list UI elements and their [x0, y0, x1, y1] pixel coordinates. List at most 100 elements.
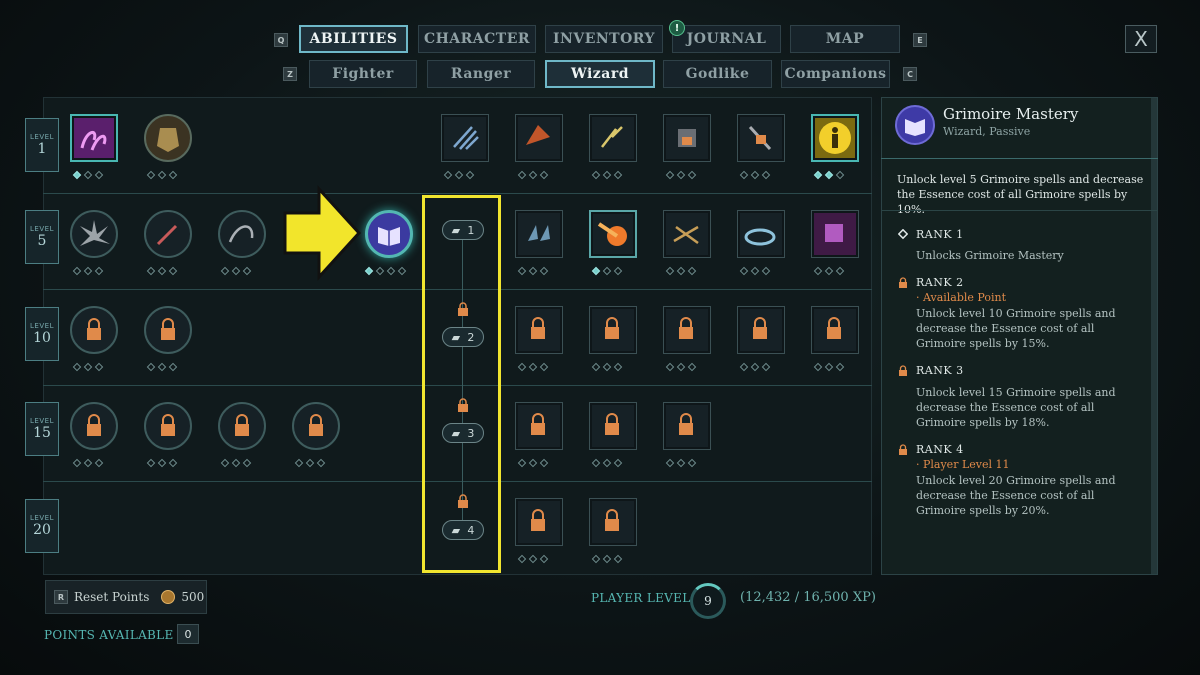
rank-pips: [591, 362, 623, 372]
rank-pips: [591, 170, 623, 180]
reset-cost: 500: [181, 590, 205, 604]
rank-pips: [591, 266, 623, 276]
ability-locked-15-b[interactable]: [144, 402, 192, 450]
key-hint-e: E: [913, 33, 927, 47]
ability-locked-10-e[interactable]: [663, 306, 711, 354]
ability-crossed-staves[interactable]: [663, 210, 711, 258]
reset-points-button[interactable]: R Reset Points 500: [45, 580, 207, 614]
rank-4-note: · Player Level 11: [916, 458, 1010, 471]
locked-ability-icon: [531, 317, 545, 339]
grimoire-book-icon: [895, 105, 935, 145]
key-hint-q: Q: [274, 33, 288, 47]
rank-pips: [591, 554, 623, 564]
radiant-figure-icon: [819, 122, 851, 154]
ability-radiant-figure[interactable]: [811, 114, 859, 162]
ability-locked-10-a[interactable]: [70, 306, 118, 354]
ability-locked-20-a[interactable]: [515, 498, 563, 546]
ability-locked-gauntlet[interactable]: [663, 114, 711, 162]
ability-arcane-bolt[interactable]: [70, 114, 118, 162]
level-badge-10: LEVEL 10: [25, 307, 59, 361]
rank-pips: [665, 266, 697, 276]
tab-companions[interactable]: Companions: [781, 60, 890, 88]
ability-whip[interactable]: [218, 210, 266, 258]
lock-icon: [899, 444, 907, 455]
key-hint-z: Z: [283, 67, 297, 81]
ability-frost-shards[interactable]: [515, 210, 563, 258]
rank-pips: [146, 458, 178, 468]
ability-locked-15-c[interactable]: [218, 402, 266, 450]
close-button[interactable]: X: [1125, 25, 1157, 53]
fan-icon: [526, 125, 550, 145]
ability-arcane-cube[interactable]: [811, 210, 859, 258]
ability-ring-of-frost[interactable]: [737, 210, 785, 258]
blade-lock-icon: [748, 125, 772, 151]
ability-locked-blade[interactable]: [737, 114, 785, 162]
ability-grimoire-mastery[interactable]: [365, 210, 413, 258]
rank-2-body: Unlock level 10 Grimoire spells and decr…: [916, 307, 1116, 350]
detail-scrollbar[interactable]: [1151, 98, 1157, 574]
ability-lightning-strike[interactable]: [589, 114, 637, 162]
level-badge-15: LEVEL 15: [25, 402, 59, 456]
locked-ability-icon: [531, 509, 545, 531]
ability-slash-spell[interactable]: [441, 114, 489, 162]
tab-wizard[interactable]: Wizard: [545, 60, 655, 88]
xp-progress-text: (12,432 / 16,500 XP): [740, 590, 876, 605]
lock-icon: [899, 365, 907, 376]
rank-pips: [517, 170, 549, 180]
tab-map[interactable]: MAP: [790, 25, 900, 53]
ability-locked-10-c[interactable]: [515, 306, 563, 354]
ability-locked-10-b[interactable]: [144, 306, 192, 354]
ability-locked-10-g[interactable]: [811, 306, 859, 354]
tab-journal[interactable]: JOURNAL: [672, 25, 781, 53]
ability-fan-wave[interactable]: [515, 114, 563, 162]
level-badge-5: LEVEL 5: [25, 210, 59, 264]
rank-pips: [294, 458, 326, 468]
diamond-icon: [898, 229, 908, 240]
scrollbar-thumb[interactable]: [1151, 98, 1157, 574]
tab-inventory[interactable]: INVENTORY: [545, 25, 663, 53]
rank-2-title: RANK 2: [916, 276, 964, 289]
ability-locked-15-a[interactable]: [70, 402, 118, 450]
rank-2-note: · Available Point: [916, 291, 1007, 304]
ability-locked-10-f[interactable]: [737, 306, 785, 354]
ability-locked-15-g[interactable]: [663, 402, 711, 450]
locked-ability-icon: [753, 317, 767, 339]
rank-pips: [72, 266, 104, 276]
ability-armor-ward[interactable]: [144, 114, 192, 162]
ability-locked-20-b[interactable]: [589, 498, 637, 546]
row-divider: [43, 193, 872, 194]
rank-4-body: Unlock level 20 Grimoire spells and decr…: [916, 474, 1116, 517]
ring-icon: [744, 228, 776, 246]
shards-icon: [528, 225, 550, 241]
tab-ranger[interactable]: Ranger: [427, 60, 535, 88]
rank-pips: [517, 362, 549, 372]
rank-1-title: RANK 1: [916, 228, 964, 241]
rank-pips: [665, 458, 697, 468]
rank-pips: [220, 266, 252, 276]
level-caption: LEVEL: [30, 322, 54, 330]
tab-character[interactable]: CHARACTER: [418, 25, 536, 53]
ability-locked-15-e[interactable]: [515, 402, 563, 450]
ability-locked-10-d[interactable]: [589, 306, 637, 354]
tab-fighter[interactable]: Fighter: [309, 60, 417, 88]
rank-pips: [665, 170, 697, 180]
points-available-value: 0: [177, 624, 199, 644]
ability-shatter[interactable]: [70, 210, 118, 258]
ability-fireball[interactable]: [589, 210, 637, 258]
rank-pips: [364, 266, 407, 276]
tab-abilities[interactable]: ABILITIES: [299, 25, 408, 53]
locked-ability-icon: [161, 414, 175, 436]
ability-locked-15-f[interactable]: [589, 402, 637, 450]
tab-godlike[interactable]: Godlike: [663, 60, 772, 88]
journal-alert-badge: !: [669, 20, 685, 36]
rank-pips: [72, 170, 104, 180]
lightning-icon: [601, 126, 623, 148]
whip-icon: [228, 225, 254, 243]
rank-pips: [220, 458, 252, 468]
rank-pips: [739, 266, 771, 276]
level-number: 15: [33, 425, 51, 441]
ability-sparking-wand[interactable]: [144, 210, 192, 258]
lock-icon: [899, 277, 907, 288]
yellow-arrow-icon: [283, 185, 361, 281]
ability-locked-15-d[interactable]: [292, 402, 340, 450]
